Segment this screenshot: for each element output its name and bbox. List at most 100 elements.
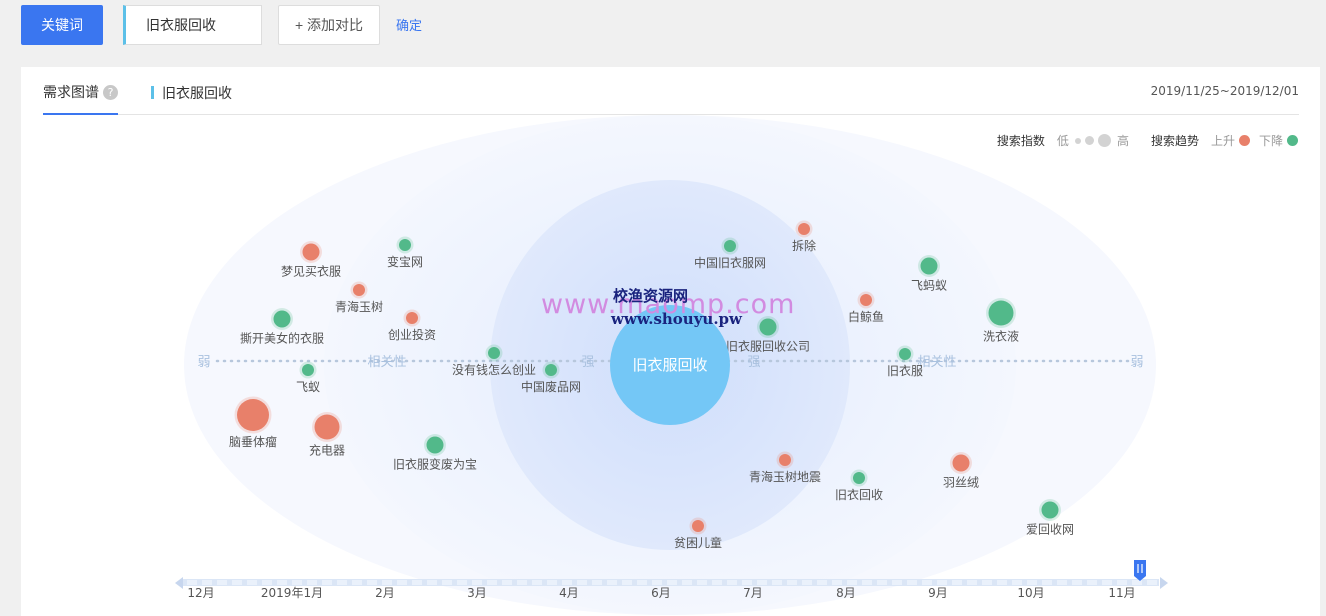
timeline-label[interactable]: 2019年1月 <box>261 586 323 600</box>
axis-relevance-right: 相关性 <box>917 355 956 370</box>
timeline-dash <box>322 580 332 585</box>
timeline-label[interactable]: 11月 <box>1108 586 1135 600</box>
timeline-dash <box>532 580 542 585</box>
timeline-dash <box>667 580 677 585</box>
axis-weak-right: 弱 <box>1130 355 1143 370</box>
timeline-dash <box>847 580 857 585</box>
node-label: 梦见买衣服 <box>281 264 341 279</box>
timeline-dash <box>247 580 257 585</box>
demand-graph: 弱 相关性 强 强 相关性 弱 梦见买衣服 变宝网青海玉树撕开美女的衣服 创业投资飞蚁 没有钱怎… <box>175 115 1168 615</box>
timeline-dash <box>622 580 632 585</box>
timeline-dash <box>652 580 662 585</box>
node-bubble[interactable] <box>314 414 340 440</box>
axis-strong-left: 强 <box>581 355 594 370</box>
node-bubble[interactable] <box>899 348 911 360</box>
timeline-dash <box>472 580 482 585</box>
timeline-label[interactable]: 3月 <box>467 586 487 600</box>
node-bubble[interactable] <box>759 318 777 336</box>
keyword-input[interactable]: 旧衣服回收 <box>123 5 262 45</box>
node-bubble[interactable] <box>988 300 1014 326</box>
timeline-dash <box>1057 580 1067 585</box>
timeline-dash <box>592 580 602 585</box>
timeline-dash <box>967 580 977 585</box>
add-compare-button[interactable]: + 添加对比 <box>278 5 380 45</box>
node-bubble[interactable] <box>488 347 500 359</box>
timeline-label[interactable]: 2月 <box>375 586 395 600</box>
node-bubble[interactable] <box>399 239 411 251</box>
node-bubble[interactable] <box>273 310 291 328</box>
node-bubble[interactable] <box>302 243 320 261</box>
node-bubble[interactable] <box>545 364 557 376</box>
timeline-dash <box>742 580 752 585</box>
timeline-dash <box>697 580 707 585</box>
node-label: 旧衣回收 <box>835 487 883 502</box>
node-bubble[interactable] <box>1041 501 1059 519</box>
node-label: 贫困儿童 <box>674 535 722 550</box>
node-bubble[interactable] <box>237 399 269 431</box>
timeline-label[interactable]: 7月 <box>743 586 763 600</box>
node-bubble[interactable] <box>920 257 938 275</box>
timeline-dash <box>502 580 512 585</box>
timeline-dash <box>952 580 962 585</box>
timeline-dash <box>1132 580 1142 585</box>
timeline-dash <box>937 580 947 585</box>
timeline-dash <box>232 580 242 585</box>
keyword-button[interactable]: 关键词 <box>21 5 103 45</box>
node-bubble[interactable] <box>302 364 314 376</box>
toolbar: 关键词 旧衣服回收 + 添加对比 确定 <box>0 0 1326 52</box>
timeline-dash <box>757 580 767 585</box>
node-label: 撕开美女的衣服 <box>240 331 324 346</box>
timeline-dash <box>352 580 362 585</box>
axis-weak-left: 弱 <box>197 355 210 370</box>
node-bubble[interactable] <box>692 520 704 532</box>
timeline-dash <box>832 580 842 585</box>
timeline-dash <box>802 580 812 585</box>
timeline-dash <box>547 580 557 585</box>
timeline-right-arrow-icon[interactable] <box>1160 577 1168 589</box>
timeline-dash <box>637 580 647 585</box>
timeline-label[interactable]: 12月 <box>187 586 214 600</box>
timeline-dash <box>727 580 737 585</box>
timeline-left-arrow-icon[interactable] <box>175 577 183 589</box>
node-label: 白鲸鱼 <box>848 309 884 324</box>
confirm-link[interactable]: 确定 <box>396 15 422 34</box>
timeline-dash <box>307 580 317 585</box>
timeline-dash <box>1147 580 1157 585</box>
timeline-dash <box>712 580 722 585</box>
node-bubble[interactable] <box>853 472 865 484</box>
timeline-dash <box>577 580 587 585</box>
timeline-dash <box>442 580 452 585</box>
axis-strong-right: 强 <box>747 355 760 370</box>
node-bubble[interactable] <box>779 454 791 466</box>
timeline-dash <box>922 580 932 585</box>
watermark-url-2: www.shouyu.pw <box>611 310 742 328</box>
timeline-labels: 12月 2019年1月 2月 3月 4月 6月 7月 8月 9月 10月 11月 <box>187 586 1135 600</box>
handle-icon[interactable] <box>1134 560 1146 581</box>
node-bubble[interactable] <box>724 240 736 252</box>
node-label: 拆除 <box>792 238 816 253</box>
node-label: 充电器 <box>309 443 345 458</box>
node-label: 中国废品网 <box>521 379 581 394</box>
timeline-label[interactable]: 10月 <box>1017 586 1044 600</box>
timeline-dash <box>817 580 827 585</box>
timeline-label[interactable]: 8月 <box>836 586 856 600</box>
timeline-label[interactable]: 6月 <box>651 586 671 600</box>
timeline-label[interactable]: 9月 <box>928 586 948 600</box>
timeline-dash <box>1072 580 1082 585</box>
node-bubble[interactable] <box>353 284 365 296</box>
node-bubble[interactable] <box>426 436 444 454</box>
timeline-dash <box>982 580 992 585</box>
node-bubble[interactable] <box>406 312 418 324</box>
node-bubble[interactable] <box>798 223 810 235</box>
node-label: 没有钱怎么创业 <box>452 362 536 377</box>
timeline-dash <box>1027 580 1037 585</box>
timeline-dash <box>457 580 467 585</box>
timeline-label[interactable]: 4月 <box>559 586 579 600</box>
node-label: 飞蚂蚁 <box>911 278 947 293</box>
timeline-dash <box>1087 580 1097 585</box>
node-bubble[interactable] <box>952 454 970 472</box>
timeline-dash <box>1102 580 1112 585</box>
node-label: 羽丝绒 <box>943 476 979 490</box>
timeline-dash <box>202 580 212 585</box>
node-bubble[interactable] <box>860 294 872 306</box>
